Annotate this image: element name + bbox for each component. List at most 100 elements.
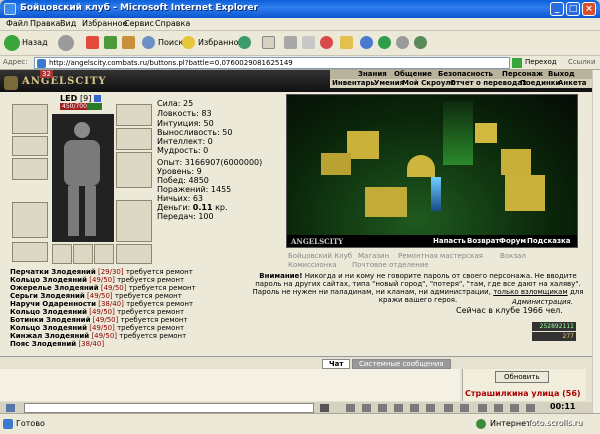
nav-profile[interactable]: Анкета bbox=[558, 79, 587, 87]
messenger-icon[interactable] bbox=[360, 36, 373, 49]
folder-icon[interactable] bbox=[340, 36, 353, 49]
church-building[interactable] bbox=[505, 175, 545, 211]
menu-tools[interactable]: Сервис bbox=[124, 19, 154, 28]
refresh-small-icon[interactable] bbox=[478, 404, 487, 412]
chat-tab[interactable]: Чат bbox=[322, 359, 351, 369]
refresh-icon[interactable] bbox=[104, 36, 117, 49]
address-input[interactable]: http://angelscity.combats.ru/buttons.pl?… bbox=[34, 57, 510, 69]
forum-link[interactable]: Форум bbox=[499, 237, 526, 245]
tower-building[interactable] bbox=[475, 123, 497, 143]
ruler-icon[interactable] bbox=[510, 404, 519, 412]
speaker-icon[interactable] bbox=[526, 404, 535, 412]
item-name[interactable]: Ботинки Злодеяний bbox=[10, 316, 91, 324]
attack-link[interactable]: Напасть bbox=[433, 237, 466, 245]
shield-slot[interactable] bbox=[116, 152, 152, 188]
back-button[interactable]: Назад bbox=[22, 34, 48, 52]
favorites-star-icon[interactable] bbox=[182, 36, 195, 49]
visit-counter[interactable]: 277 bbox=[532, 332, 576, 341]
gloves-slot[interactable] bbox=[116, 104, 152, 126]
item-name[interactable]: Кольцо Злодеяний bbox=[10, 308, 87, 316]
back-arrow-icon[interactable] bbox=[4, 35, 20, 51]
print-icon[interactable] bbox=[284, 36, 297, 49]
chat-bubble-icon[interactable] bbox=[396, 36, 409, 49]
earrings-slot[interactable] bbox=[12, 136, 48, 156]
loc-commission[interactable]: Комиссионка bbox=[288, 261, 337, 269]
post-building[interactable] bbox=[501, 149, 531, 175]
item-name[interactable]: Кинжал Злодеяний bbox=[10, 332, 89, 340]
extension-icon[interactable] bbox=[414, 36, 427, 49]
shop-building[interactable] bbox=[321, 153, 351, 175]
loc-shop[interactable]: Магазин bbox=[358, 252, 389, 260]
item-name[interactable]: Наручи Одаренности bbox=[10, 300, 96, 308]
nav-fights[interactable]: Поединки bbox=[520, 79, 560, 87]
city-scene[interactable]: ANGELSCITY Напасть Возврат Форум Подсказ… bbox=[286, 94, 578, 248]
loc-repair[interactable]: Ремонтная мастерская bbox=[398, 252, 483, 260]
item-name[interactable]: Кольцо Злодеяний bbox=[10, 324, 87, 332]
go-button[interactable]: Переход bbox=[525, 58, 557, 66]
loc-fight-club[interactable]: Бойцовский Клуб bbox=[288, 252, 352, 260]
home-icon[interactable] bbox=[122, 36, 135, 49]
rating-counter[interactable]: 252892111 bbox=[532, 322, 576, 331]
search-icon[interactable] bbox=[142, 36, 155, 49]
info-icon[interactable] bbox=[94, 95, 102, 102]
nav-skills[interactable]: Умения bbox=[374, 79, 404, 87]
armor-slot[interactable] bbox=[12, 202, 48, 238]
belt-slot[interactable] bbox=[12, 242, 48, 262]
loc-post[interactable]: Почтовое отделение bbox=[352, 261, 429, 269]
clear-icon[interactable] bbox=[378, 404, 387, 412]
item-name[interactable]: Ожерелье Злодеяний bbox=[10, 284, 99, 292]
chat-menu-icon[interactable] bbox=[6, 404, 15, 412]
item-name[interactable]: Пояс Злодеяний bbox=[10, 340, 76, 348]
menu-file[interactable]: Файл bbox=[6, 19, 28, 28]
character-name[interactable]: LED bbox=[60, 94, 77, 103]
loc-station[interactable]: Вокзал bbox=[500, 252, 526, 260]
stop-icon[interactable] bbox=[86, 36, 99, 49]
nav-communication[interactable]: Общение bbox=[394, 70, 432, 78]
system-messages-tab[interactable]: Системные сообщения bbox=[352, 359, 451, 369]
ring-slot-1[interactable] bbox=[52, 244, 72, 264]
friends-icon[interactable] bbox=[444, 404, 453, 412]
send-icon[interactable] bbox=[320, 404, 329, 412]
menu-help[interactable]: Справка bbox=[155, 19, 190, 28]
history-icon[interactable] bbox=[238, 36, 251, 49]
nav-inventory[interactable]: Инвентарь bbox=[332, 79, 375, 87]
minimize-button[interactable]: _ bbox=[550, 2, 564, 16]
inventory-icon[interactable] bbox=[494, 404, 503, 412]
links-button[interactable]: Ссылки bbox=[568, 58, 596, 66]
item-name[interactable]: Перчатки Злодеяний bbox=[10, 268, 96, 276]
fight-club-building[interactable] bbox=[347, 131, 379, 159]
nav-character[interactable]: Персонаж bbox=[502, 70, 543, 78]
hint-link[interactable]: Подсказка bbox=[527, 237, 571, 245]
search-button[interactable]: Поиск bbox=[158, 34, 183, 52]
dome-building[interactable] bbox=[407, 155, 435, 177]
chat-input[interactable] bbox=[24, 403, 314, 413]
nav-transfer-report[interactable]: Отчет о переводах bbox=[450, 79, 527, 87]
settings-icon[interactable] bbox=[426, 404, 435, 412]
repair-building[interactable] bbox=[365, 187, 407, 217]
nav-exit[interactable]: Выход bbox=[548, 70, 575, 78]
filter-icon[interactable] bbox=[362, 404, 371, 412]
ring-slot-3[interactable] bbox=[94, 244, 114, 264]
item-name[interactable]: Серьги Злодеяний bbox=[10, 292, 85, 300]
bracers-slot[interactable] bbox=[116, 128, 152, 150]
item-name[interactable]: Кольцо Злодеяний bbox=[10, 276, 87, 284]
plugin-icon[interactable] bbox=[378, 36, 391, 49]
go-arrow-icon[interactable] bbox=[512, 58, 522, 68]
close-button[interactable]: × bbox=[582, 2, 596, 16]
maximize-button[interactable]: □ bbox=[566, 2, 580, 16]
helmet-slot[interactable] bbox=[12, 104, 48, 134]
menu-edit[interactable]: Правка bbox=[30, 19, 60, 28]
room-location[interactable]: Страшилкина улица (56) bbox=[465, 389, 581, 398]
menu-view[interactable]: Вид bbox=[60, 19, 76, 28]
favorites-button[interactable]: Избранное bbox=[198, 34, 243, 52]
smiley-icon[interactable] bbox=[346, 404, 355, 412]
at-mail-icon[interactable] bbox=[320, 36, 333, 49]
menu-favorites[interactable]: Избранное bbox=[82, 19, 127, 28]
book-icon[interactable] bbox=[410, 404, 419, 412]
refresh-button[interactable]: Обновить bbox=[495, 371, 549, 383]
return-link[interactable]: Возврат bbox=[467, 237, 499, 245]
vertical-scrollbar[interactable] bbox=[592, 70, 600, 413]
leggings-slot[interactable] bbox=[116, 200, 152, 242]
nav-security[interactable]: Безопасность bbox=[438, 70, 493, 78]
weapon-slot[interactable] bbox=[12, 158, 48, 180]
